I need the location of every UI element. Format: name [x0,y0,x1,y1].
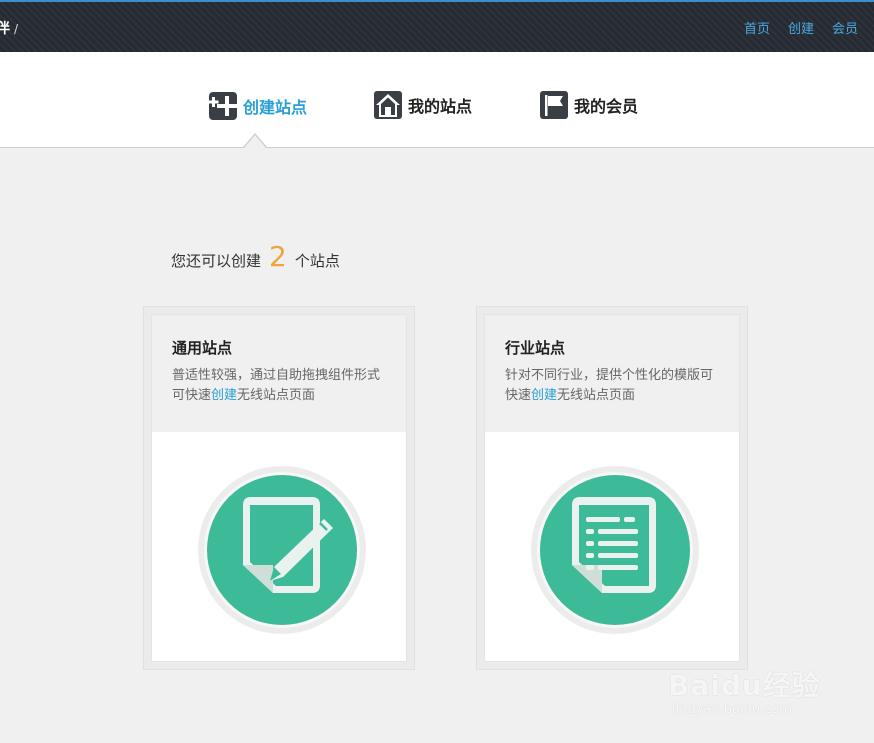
breadcrumb-separator: / [14,22,19,36]
top-nav: 首页 创建 会员 [726,18,858,37]
tab-my-sites[interactable]: 我的站点 [373,90,472,120]
watermark: Baidu经验 jingyan.baidu.com [668,650,838,730]
card-general-body [152,432,406,661]
card-industry-header: 行业站点 针对不同行业，提供个性化的模版可快速创建无线站点页面 [485,315,739,432]
watermark-url: jingyan.baidu.com [672,702,792,717]
nav-create-link[interactable]: 创建 [788,18,814,37]
tab-create-site-label: 创建站点 [243,98,308,117]
card-industry-body [485,432,739,661]
card-industry-title: 行业站点 [505,339,566,357]
breadcrumb-current: 伴 [0,21,10,37]
card-general-desc-tail: 无线站点页面 [237,388,316,403]
active-tab-pointer-fill [244,135,266,148]
card-industry-create-link[interactable]: 创建 [531,388,557,403]
breadcrumb: 伴 / [0,18,18,38]
remaining-suffix: 个站点 [294,252,340,270]
remaining-count: 2 [269,240,287,273]
tab-my-sites-label: 我的站点 [408,97,473,116]
watermark-logo: Baidu经验 [668,669,821,702]
tab-bar: 创建站点 我的站点 我的会员 [0,52,874,148]
card-general-inner: 通用站点 普适性较强，通过自助拖拽组件形式可快速创建无线站点页面 [151,314,407,662]
tab-my-members[interactable]: 我的会员 [539,90,638,120]
card-general-title: 通用站点 [172,339,233,357]
list-document-icon[interactable] [530,465,700,635]
remaining-sites-info: 您还可以创建 2 个站点 [171,240,340,273]
tab-my-members-label: 我的会员 [574,97,639,116]
nav-home-link[interactable]: 首页 [744,18,770,37]
plus-grid-icon [208,92,237,120]
card-general-site[interactable]: 通用站点 普适性较强，通过自助拖拽组件形式可快速创建无线站点页面 [143,306,415,670]
card-general-header: 通用站点 普适性较强，通过自助拖拽组件形式可快速创建无线站点页面 [152,315,406,432]
edit-document-icon[interactable] [197,465,367,635]
card-industry-description: 针对不同行业，提供个性化的模版可快速创建无线站点页面 [505,366,719,406]
remaining-prefix: 您还可以创建 [171,252,262,270]
card-industry-desc-tail: 无线站点页面 [557,388,636,403]
card-general-description: 普适性较强，通过自助拖拽组件形式可快速创建无线站点页面 [172,366,386,406]
tab-create-site[interactable]: 创建站点 [208,91,307,121]
nav-members-link[interactable]: 会员 [832,18,858,37]
card-industry-site[interactable]: 行业站点 针对不同行业，提供个性化的模版可快速创建无线站点页面 [476,306,748,670]
home-icon [374,91,402,119]
top-bar: 伴 / 首页 创建 会员 [0,0,874,52]
card-industry-inner: 行业站点 针对不同行业，提供个性化的模版可快速创建无线站点页面 [484,314,740,662]
card-general-create-link[interactable]: 创建 [211,388,237,403]
flag-icon [540,91,568,119]
